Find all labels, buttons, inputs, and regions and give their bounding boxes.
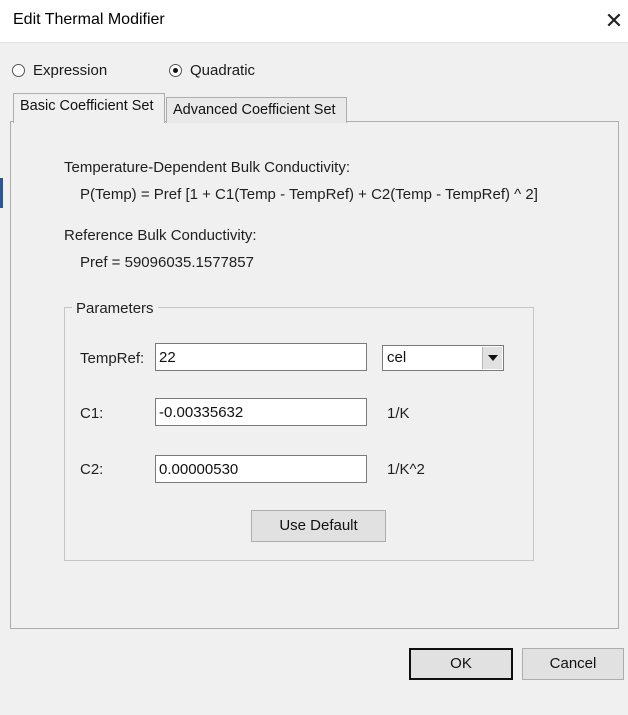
tab-basic-coefficient-set[interactable]: Basic Coefficient Set [13, 93, 165, 123]
use-default-button[interactable]: Use Default [251, 510, 386, 542]
c1-label: C1: [80, 405, 104, 422]
tempref-input[interactable] [155, 343, 367, 371]
title-bar: Edit Thermal Modifier ✕ [0, 0, 628, 42]
window-edge-accent [0, 178, 3, 208]
c2-input[interactable] [155, 455, 367, 483]
close-icon[interactable]: ✕ [600, 6, 628, 36]
quadratic-radio[interactable] [169, 64, 182, 77]
parameters-group-title: Parameters [72, 300, 158, 317]
c2-unit: 1/K^2 [387, 461, 425, 478]
expression-radio-label[interactable]: Expression [33, 62, 107, 79]
formula-equation: P(Temp) = Pref [1 + C1(Temp - TempRef) +… [80, 186, 538, 203]
quadratic-radio-label[interactable]: Quadratic [190, 62, 255, 79]
window-title: Edit Thermal Modifier [13, 11, 165, 28]
cancel-button[interactable]: Cancel [522, 648, 624, 680]
reference-value: Pref = 59096035.1577857 [80, 254, 254, 271]
reference-heading: Reference Bulk Conductivity: [64, 227, 257, 244]
chevron-down-icon[interactable] [482, 347, 502, 369]
formula-heading: Temperature-Dependent Bulk Conductivity: [64, 159, 350, 176]
tempref-label: TempRef: [80, 350, 145, 367]
c1-unit: 1/K [387, 405, 410, 422]
tab-advanced-coefficient-set[interactable]: Advanced Coefficient Set [166, 97, 347, 123]
ok-button[interactable]: OK [409, 648, 513, 680]
tab-basic-label: Basic Coefficient Set [20, 98, 154, 114]
expression-radio[interactable] [12, 64, 25, 77]
c2-label: C2: [80, 461, 104, 478]
tempref-unit-select[interactable]: cel [382, 345, 504, 371]
tab-advanced-label: Advanced Coefficient Set [173, 102, 336, 118]
c1-input[interactable] [155, 398, 367, 426]
tempref-unit-value: cel [387, 349, 407, 366]
